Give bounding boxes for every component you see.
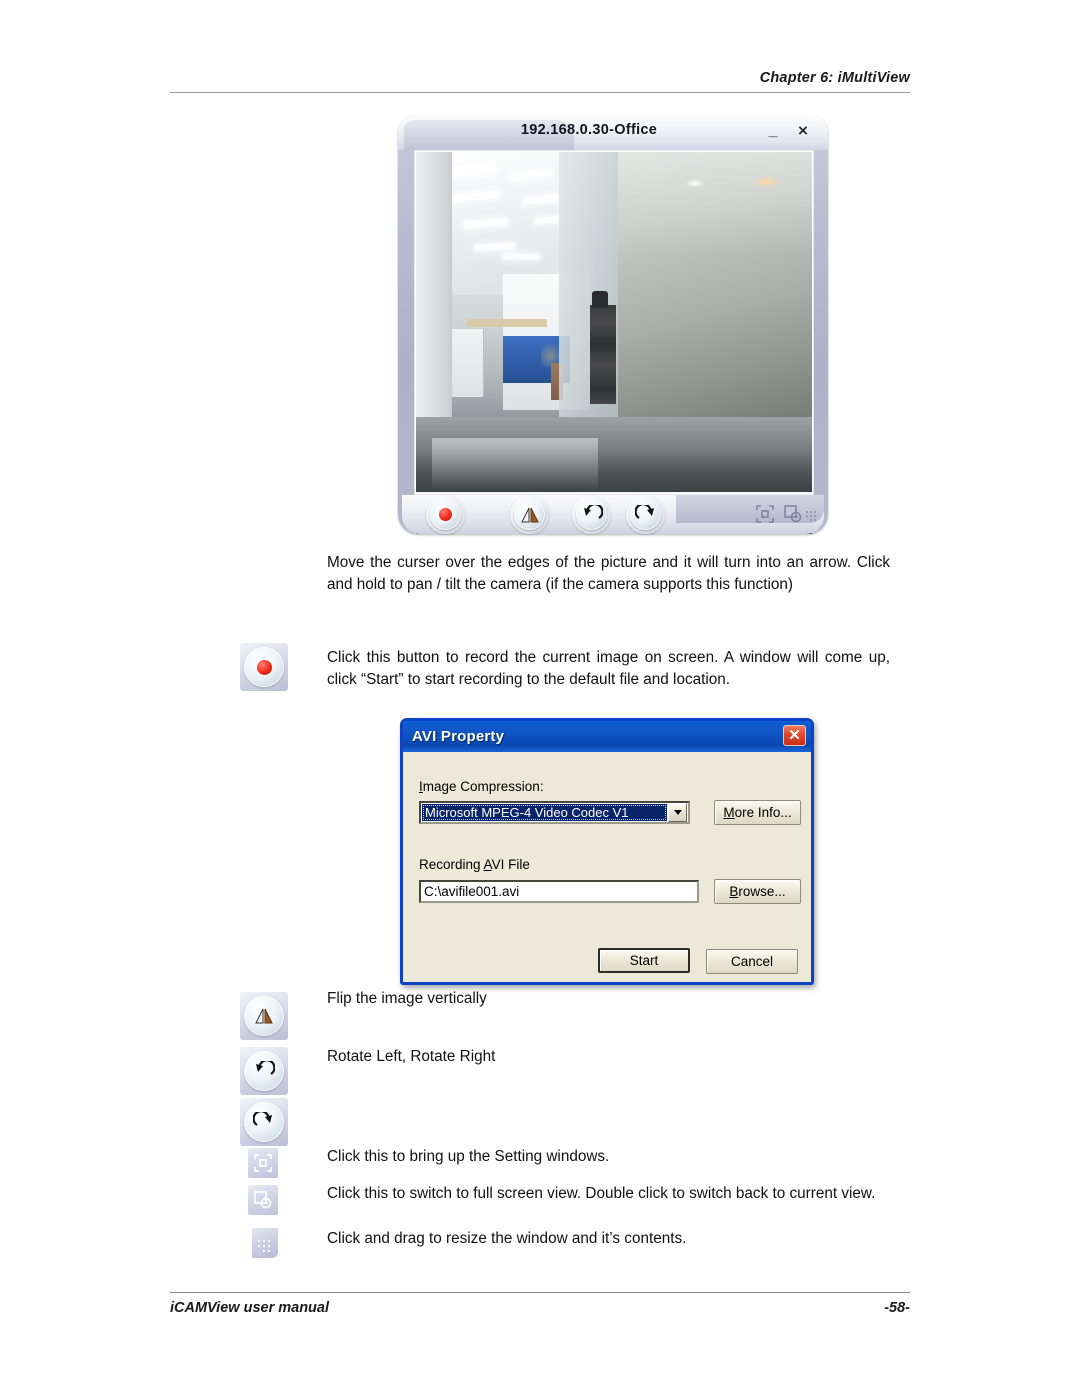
more-info-button[interactable]: More Info... — [714, 800, 801, 825]
flip-vertical-button[interactable] — [514, 499, 545, 530]
rotate-left-icon-tile — [240, 1047, 288, 1095]
chevron-down-icon — [673, 810, 682, 815]
settings-icon — [756, 505, 774, 523]
dialog-title: AVI Property — [412, 728, 505, 745]
flip-icon-tile — [240, 992, 288, 1040]
video-cabinet — [451, 328, 485, 397]
settings-icon — [254, 1154, 272, 1172]
flip-vertical-icon — [255, 1008, 273, 1024]
footer-rule — [170, 1292, 910, 1293]
fullscreen-row-icon[interactable] — [248, 1185, 278, 1215]
browse-button[interactable]: Browse... — [714, 879, 801, 904]
avi-property-dialog[interactable]: AVI Property ✕ Image Compression: Micros… — [400, 718, 814, 985]
rotate-left-icon-circle — [244, 1051, 284, 1091]
rotate-right-icon-circle — [244, 1102, 284, 1142]
recording-file-label-pre: Recording — [419, 857, 484, 872]
page-footer: iCAMView user manual -58- — [170, 1292, 910, 1316]
video-shelf-object — [592, 291, 609, 309]
settings-icon-tile — [248, 1148, 278, 1178]
cancel-button[interactable]: Cancel — [706, 949, 798, 974]
record-icon — [439, 508, 452, 521]
camera-video-view[interactable] — [416, 152, 812, 492]
resize-row-icon[interactable] — [252, 1228, 278, 1258]
start-button[interactable]: Start — [598, 948, 690, 973]
flip-icon-circle — [244, 996, 284, 1036]
video-left-partition — [416, 152, 452, 435]
video-spotlight — [752, 175, 781, 188]
fullscreen-row-text: Click this to switch to full screen view… — [327, 1185, 876, 1202]
fullscreen-icon-tile — [248, 1185, 278, 1215]
page-number: -58- — [884, 1300, 910, 1316]
record-icon-tile — [240, 643, 288, 691]
more-info-label-rest: ore Info... — [734, 805, 792, 820]
video-ceiling-light — [503, 254, 539, 260]
image-compression-label-rest: mage Compression: — [422, 779, 544, 794]
close-button[interactable]: × — [794, 122, 812, 139]
minimize-button[interactable]: _ — [764, 123, 782, 139]
rotate-right-icon — [634, 504, 654, 519]
camera-window-title: 192.168.0.30-Office — [520, 122, 658, 138]
rotate-right-icon-tile — [240, 1098, 288, 1146]
camera-toolbar — [398, 495, 828, 534]
recording-file-label: Recording AVI File — [419, 857, 530, 872]
page-header: Chapter 6: iMultiView — [170, 70, 910, 93]
manual-page: Chapter 6: iMultiView 192.168.0.30-Offic… — [0, 0, 1080, 1397]
dialog-close-button[interactable]: ✕ — [783, 725, 806, 746]
rotate-right-icon — [253, 1112, 272, 1126]
fullscreen-icon — [254, 1191, 272, 1209]
flip-row-icon[interactable] — [240, 992, 288, 1040]
video-shelving-unit — [590, 305, 616, 404]
paragraph-record: Click this button to record the current … — [327, 649, 890, 688]
codec-combobox[interactable]: Microsoft MPEG-4 Video Codec V1 — [419, 801, 690, 824]
settings-row-icon[interactable] — [248, 1148, 278, 1178]
camera-window[interactable]: 192.168.0.30-Office _ × — [398, 116, 828, 534]
rotate-right-row-icon[interactable] — [240, 1098, 288, 1146]
record-button[interactable] — [430, 499, 461, 530]
settings-row-text: Click this to bring up the Setting windo… — [327, 1148, 610, 1165]
settings-button[interactable] — [756, 505, 774, 523]
codec-selected-value: Microsoft MPEG-4 Video Codec V1 — [422, 804, 667, 821]
flip-row-text: Flip the image vertically — [327, 990, 487, 1007]
rotate-left-icon — [583, 504, 603, 519]
image-compression-label: Image Compression: — [419, 779, 544, 794]
recording-file-accel: A — [483, 857, 492, 872]
recording-file-label-rest: VI File — [491, 857, 530, 872]
browse-label-rest: rowse... — [738, 884, 786, 899]
video-floor-reflection — [431, 437, 599, 492]
manual-name: iCAMView user manual — [170, 1300, 330, 1316]
rotate-right-button[interactable] — [630, 499, 661, 530]
record-icon-circle — [244, 647, 284, 687]
dialog-body: Image Compression: Microsoft MPEG-4 Vide… — [403, 752, 811, 982]
resize-grip-icon — [252, 1228, 278, 1258]
rotate-left-icon — [256, 1061, 275, 1075]
dialog-titlebar: AVI Property — [403, 721, 811, 752]
record-icon — [256, 659, 272, 675]
video-spotlight — [685, 179, 706, 188]
chapter-title: Chapter 6: iMultiView — [759, 70, 910, 86]
resize-grip[interactable] — [806, 507, 820, 521]
recording-file-input[interactable]: C:\avifile001.avi — [419, 880, 699, 903]
codec-dropdown-button[interactable] — [668, 803, 687, 822]
video-desk — [467, 318, 547, 328]
more-info-accel: M — [723, 805, 735, 820]
header-rule — [170, 92, 910, 93]
rotate-left-button[interactable] — [576, 499, 607, 530]
rotate-left-row-icon[interactable] — [240, 1047, 288, 1095]
record-row-icon[interactable] — [240, 643, 288, 691]
paragraph-pan-tilt: Move the curser over the edges of the pi… — [327, 554, 890, 593]
fullscreen-button[interactable] — [784, 505, 802, 523]
fullscreen-icon — [784, 505, 802, 523]
rotate-row-text: Rotate Left, Rotate Right — [327, 1048, 496, 1065]
resize-row-text: Click and drag to resize the window and … — [327, 1230, 687, 1247]
flip-vertical-icon — [520, 507, 539, 522]
